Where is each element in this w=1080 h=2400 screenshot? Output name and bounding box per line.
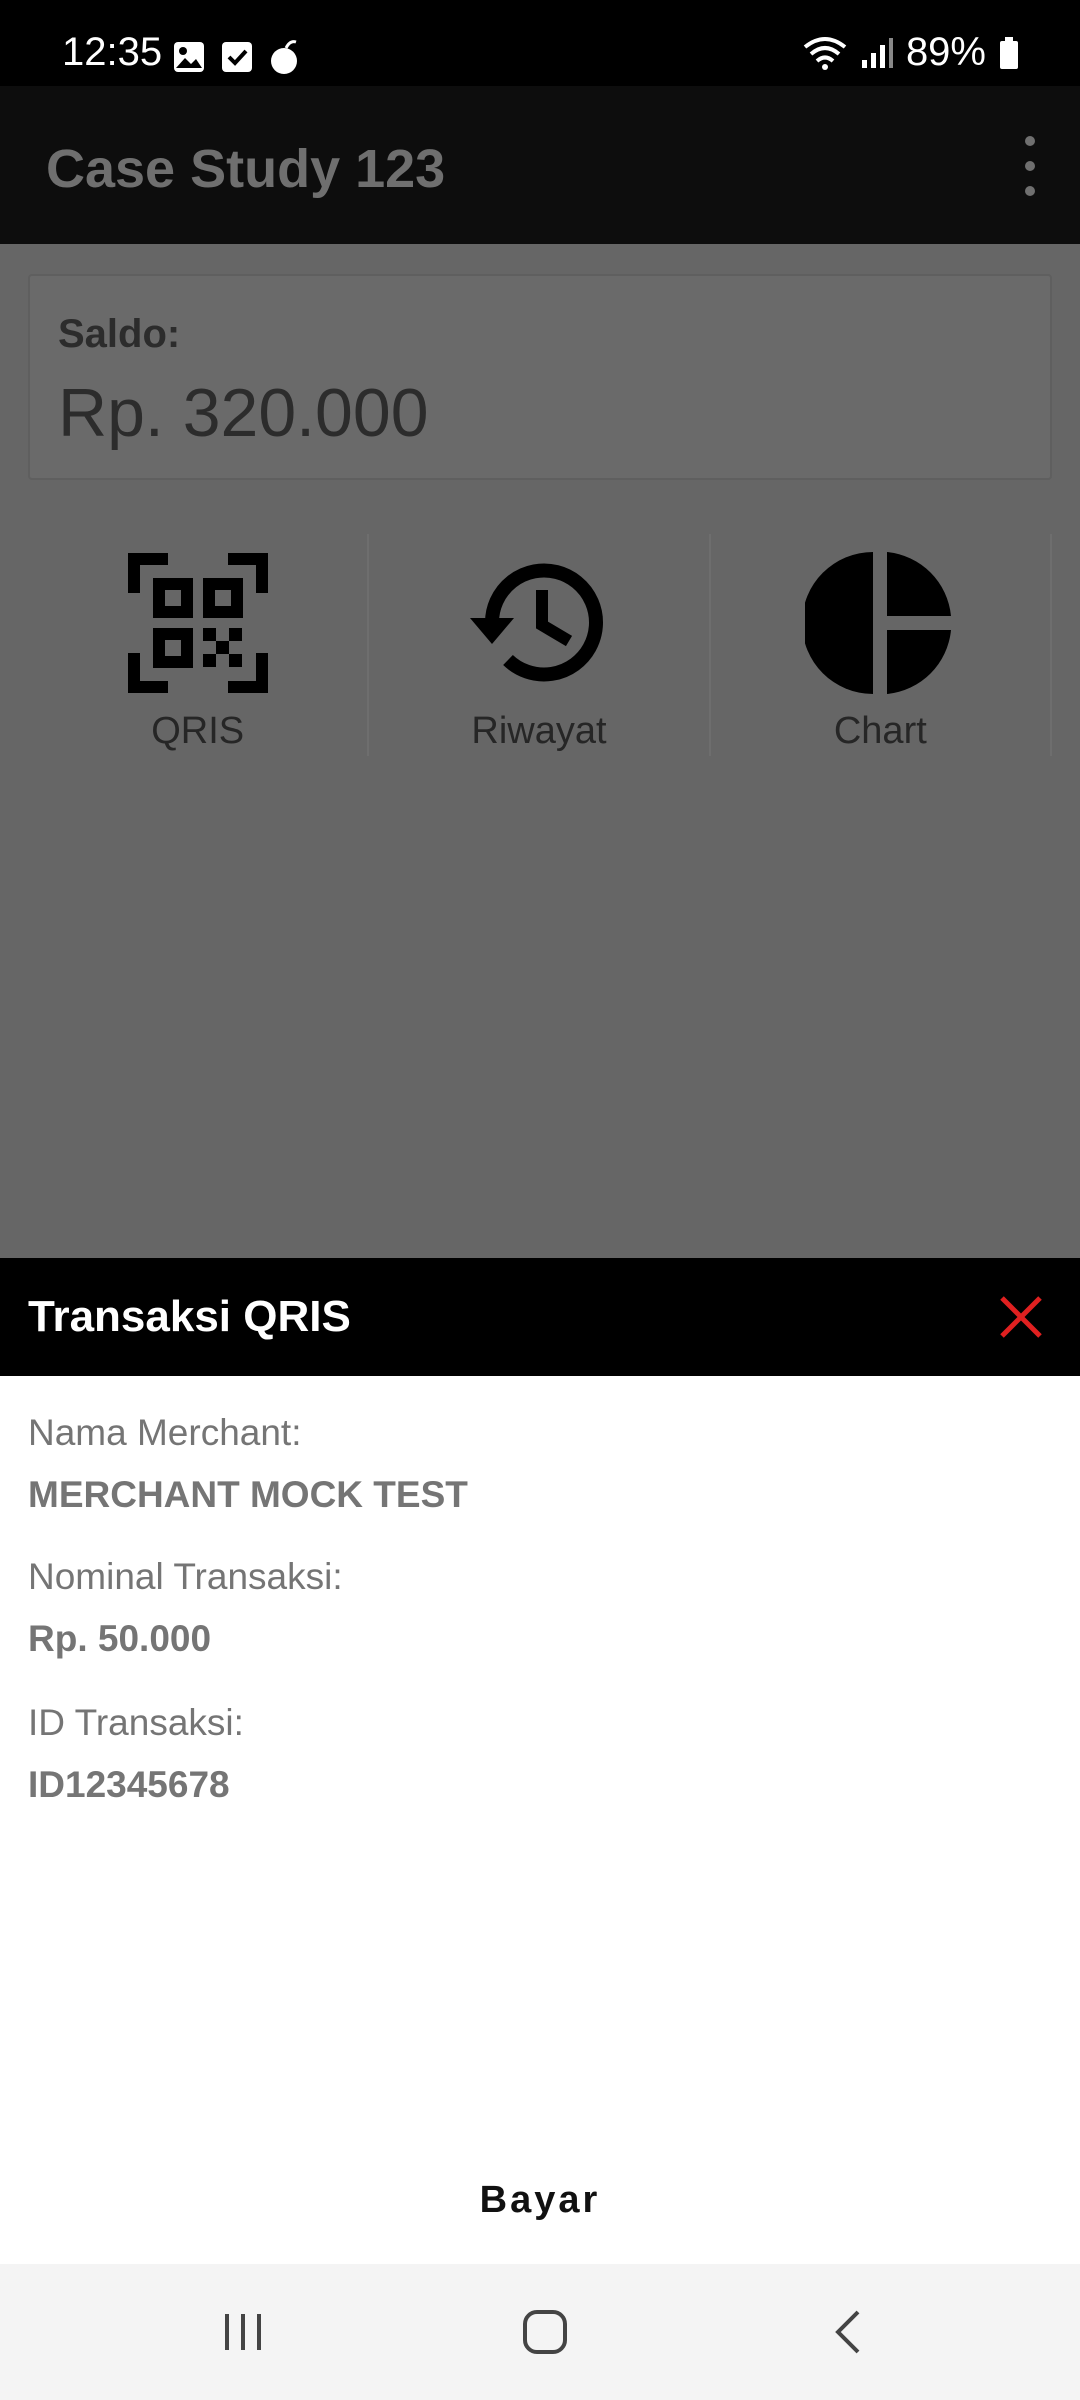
home-icon[interactable] <box>505 2300 585 2364</box>
balance-card: Saldo: Rp. 320.000 <box>28 274 1052 480</box>
pie-chart-icon <box>805 552 952 694</box>
status-notification-icons <box>172 38 302 76</box>
battery-percentage: 89% <box>905 30 986 74</box>
balance-value: Rp. 320.000 <box>58 375 429 451</box>
menu-grid: QRIS Riwayat Chart <box>28 534 1052 756</box>
menu-item-label: QRIS <box>151 710 245 752</box>
signal-icon <box>861 37 893 68</box>
transaction-sheet-body: Nama Merchant: MERCHANT MOCK TEST Nomina… <box>0 1376 1080 2264</box>
menu-item-qris[interactable]: QRIS <box>28 534 370 756</box>
wifi-icon <box>803 36 847 70</box>
balance-label: Saldo: <box>58 312 181 356</box>
status-time: 12:35 <box>62 30 163 74</box>
bomb-icon <box>271 40 297 74</box>
merchant-name-label: Nama Merchant: <box>28 1412 302 1453</box>
qr-code-icon <box>127 553 268 693</box>
image-icon <box>174 42 204 72</box>
checkbox-icon <box>222 42 252 72</box>
menu-item-chart[interactable]: Chart <box>711 534 1052 756</box>
navigation-bar <box>0 2264 1080 2400</box>
status-bar: 12:35 89% <box>0 0 1080 86</box>
overflow-menu-icon[interactable] <box>1010 136 1050 196</box>
menu-item-label: Riwayat <box>471 710 607 752</box>
transaction-id-value: ID12345678 <box>28 1764 230 1805</box>
amount-value: Rp. 50.000 <box>28 1618 212 1659</box>
back-icon[interactable] <box>808 2300 888 2364</box>
status-system-icons: 89% <box>802 30 1020 75</box>
amount-label: Nominal Transaksi: <box>28 1556 343 1597</box>
sheet-title: Transaksi QRIS <box>28 1292 351 1341</box>
recent-apps-icon[interactable] <box>203 2300 283 2364</box>
close-icon[interactable] <box>996 1292 1046 1342</box>
battery-icon <box>1000 36 1018 69</box>
history-icon <box>469 563 603 682</box>
pay-button[interactable]: Bayar <box>0 2160 1080 2240</box>
transaction-id-label: ID Transaksi: <box>28 1702 244 1743</box>
transaction-sheet-header: Transaksi QRIS <box>0 1258 1080 1376</box>
merchant-name-value: MERCHANT MOCK TEST <box>28 1474 468 1515</box>
menu-item-riwayat[interactable]: Riwayat <box>369 534 711 756</box>
app-title: Case Study 123 <box>46 139 446 199</box>
app-bar: Case Study 123 <box>0 86 1080 244</box>
menu-item-label: Chart <box>833 710 927 752</box>
